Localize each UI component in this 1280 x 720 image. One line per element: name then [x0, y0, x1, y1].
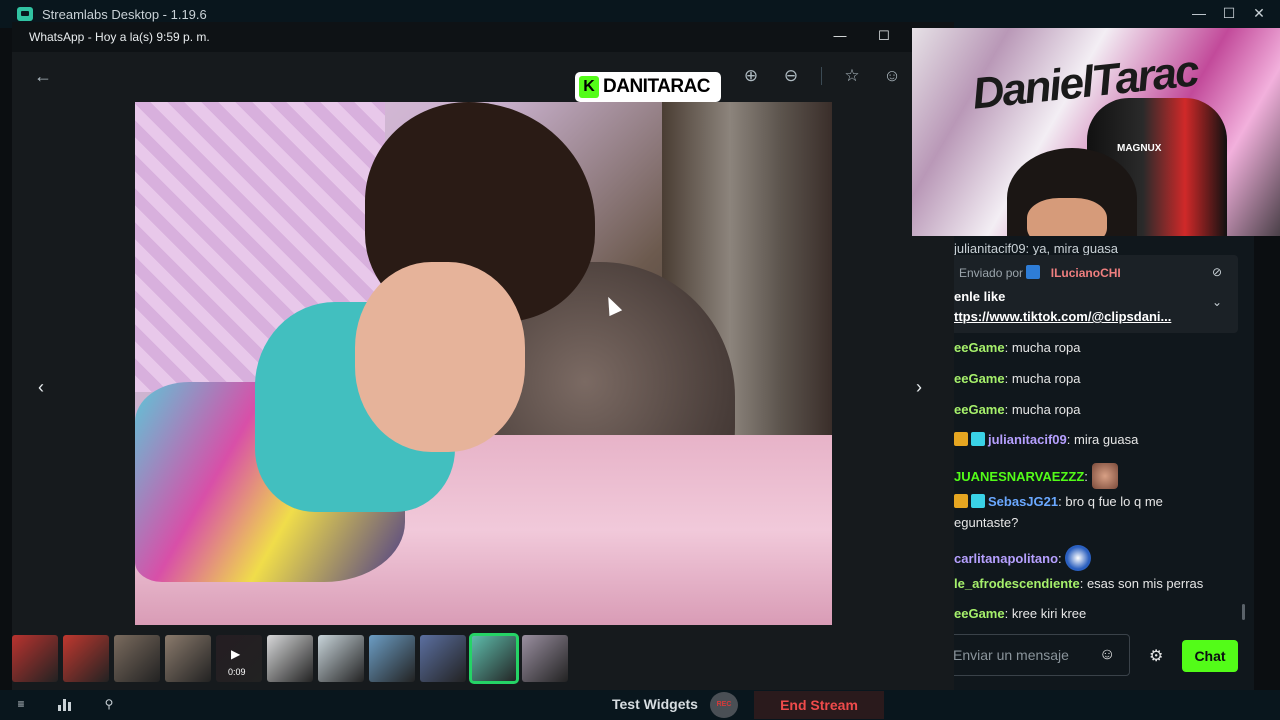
emoji-picker-icon[interactable]: ☺	[1099, 646, 1115, 664]
close-button[interactable]: ✕	[1252, 3, 1266, 23]
chat-message: eeGame: mucha ropa	[954, 402, 1081, 417]
chat-text: eguntaste?	[954, 515, 1019, 530]
app-title: Streamlabs Desktop - 1.19.6	[42, 6, 207, 22]
zoom-in-icon[interactable]: ⊕	[741, 66, 761, 86]
chat-scrollbar[interactable]	[1242, 604, 1245, 620]
chat-text: mucha ropa	[1011, 402, 1081, 417]
chat-message: carlitanapolitano:	[954, 545, 1092, 571]
moderator-badge-icon	[971, 432, 985, 446]
whatsapp-minimize-button[interactable]: —	[832, 28, 848, 44]
chat-username[interactable]: eeGame	[954, 371, 1005, 386]
hide-pinned-icon[interactable]: ⊘	[1212, 265, 1222, 279]
chat-input-box[interactable]: ☺	[954, 634, 1130, 676]
whatsapp-maximize-button[interactable]: ☐	[876, 28, 892, 44]
chat-message: eeGame: mucha ropa	[954, 340, 1081, 355]
media-thumbnail[interactable]	[522, 635, 568, 682]
chat-top-message: julianitacif09: ya, mira guasa	[954, 241, 1119, 256]
previous-media-chevron-icon[interactable]: ‹	[38, 377, 44, 398]
whatsapp-window-controls: — ☐	[832, 28, 892, 44]
toolbar-divider	[821, 67, 822, 85]
chat-message: JUANESNARVAEZZZ:	[954, 463, 1118, 489]
whatsapp-title: WhatsApp - Hoy a la(s) 9:59 p. m.	[29, 30, 210, 44]
kick-channel-name: DANITARAC	[603, 76, 711, 97]
moderator-badge-icon	[971, 494, 985, 508]
emoji-react-icon[interactable]: ☺	[882, 66, 902, 86]
streamlabs-bottom-bar: ≡ ⚲ Test Widgets REC End Stream	[0, 690, 1280, 720]
media-thumbnail[interactable]	[318, 635, 364, 682]
chat-message: eeGame: mucha ropa	[954, 371, 1081, 386]
chat-text: mira guasa	[1073, 432, 1139, 447]
video-duration: 0:09	[228, 667, 246, 677]
kick-logo-icon: K	[579, 76, 599, 98]
chat-message: eeGame: kree kiri kree	[954, 606, 1087, 621]
chat-username[interactable]: SebasJG21	[988, 494, 1058, 509]
chair-brand-label: MAGNUX	[1117, 143, 1162, 154]
chat-send-button[interactable]: Chat	[1182, 640, 1238, 672]
video-play-icon: ▶	[231, 647, 241, 661]
next-media-chevron-icon[interactable]: ›	[916, 377, 922, 398]
chat-text: bro q fue lo q me	[1065, 494, 1163, 509]
back-arrow-icon[interactable]: ←	[34, 66, 52, 87]
mixer-icon[interactable]: ≡	[14, 697, 28, 711]
chat-settings-gear-icon[interactable]: ⚙	[1149, 646, 1163, 666]
star-icon[interactable]: ☆	[842, 66, 862, 86]
performance-chart-icon[interactable]	[58, 697, 72, 711]
whatsapp-titlebar: WhatsApp - Hoy a la(s) 9:59 p. m. — ☐	[12, 22, 954, 52]
chat-username[interactable]: carlitanapolitano	[954, 551, 1058, 566]
media-thumbnail[interactable]	[267, 635, 313, 682]
media-thumbnail[interactable]: ▶ 0:09	[216, 635, 262, 682]
subscriber-badge-icon	[954, 432, 968, 446]
chat-text: mucha ropa	[1011, 340, 1081, 355]
chat-emote-icon	[1091, 463, 1118, 489]
chat-username[interactable]: le_afrodescendiente	[954, 576, 1080, 591]
pin-badge-icon	[1026, 265, 1041, 279]
pinned-message[interactable]: Enviado por ILucianoCHI ⊘ enle like ttps…	[954, 255, 1238, 333]
pinned-sender: ILucianoCHI	[1050, 266, 1121, 280]
chat-message: SebasJG21: bro q fue lo q me	[954, 494, 1163, 509]
media-thumbnail[interactable]	[114, 635, 160, 682]
chevron-down-icon[interactable]: ⌄	[1212, 295, 1222, 309]
chat-message: le_afrodescendiente: esas son mis perras	[954, 576, 1204, 591]
chat-username[interactable]: eeGame	[954, 402, 1005, 417]
media-thumbnail[interactable]	[469, 633, 519, 684]
chat-username[interactable]: eeGame	[954, 606, 1005, 621]
media-thumbnail[interactable]	[12, 635, 58, 682]
media-thumbnail[interactable]	[420, 635, 466, 682]
pin-icon[interactable]: ⚲	[102, 697, 116, 711]
maximize-button[interactable]: ☐	[1222, 3, 1236, 23]
record-button[interactable]: REC	[710, 692, 738, 718]
pinned-link[interactable]: ttps://www.tiktok.com/@clipsdani...	[954, 309, 1171, 324]
streamlabs-logo-icon	[17, 7, 33, 21]
chat-text: kree kiri kree	[1011, 606, 1087, 621]
chat-message-input[interactable]	[954, 635, 1093, 675]
chat-username[interactable]: JUANESNARVAEZZZ	[954, 469, 1084, 484]
end-stream-button[interactable]: End Stream	[754, 691, 884, 719]
pinned-text-line1: enle like	[954, 289, 1006, 304]
minimize-button[interactable]: —	[1192, 3, 1206, 23]
chat-text: mucha ropa	[1011, 371, 1081, 386]
pinned-sent-by: Enviado por ILucianoCHI	[959, 265, 1121, 280]
test-widgets-button[interactable]: Test Widgets	[612, 696, 698, 712]
window-controls: — ☐ ✕	[1192, 3, 1266, 23]
chat-text: esas son mis perras	[1086, 576, 1204, 591]
viewer-toolbar: ⊕ ⊖ ☆ ☺	[741, 66, 902, 86]
chat-message: julianitacif09: mira guasa	[954, 432, 1138, 447]
chat-panel: julianitacif09: ya, mira guasa Enviado p…	[954, 236, 1254, 690]
media-photo	[135, 102, 832, 625]
media-thumbnail[interactable]	[369, 635, 415, 682]
subscriber-badge-icon	[954, 494, 968, 508]
thumbnail-strip: ▶ 0:09	[12, 633, 568, 684]
chat-message: eguntaste?	[954, 515, 1018, 530]
chat-username[interactable]: julianitacif09	[988, 432, 1067, 447]
zoom-out-icon[interactable]: ⊖	[781, 66, 801, 86]
chat-emote-icon	[1065, 545, 1092, 571]
webcam-feed: DanielTarac MAGNUX	[912, 28, 1280, 236]
media-thumbnail[interactable]	[165, 635, 211, 682]
kick-channel-badge: K DANITARAC	[575, 72, 721, 102]
chat-username[interactable]: eeGame	[954, 340, 1005, 355]
media-thumbnail[interactable]	[63, 635, 109, 682]
